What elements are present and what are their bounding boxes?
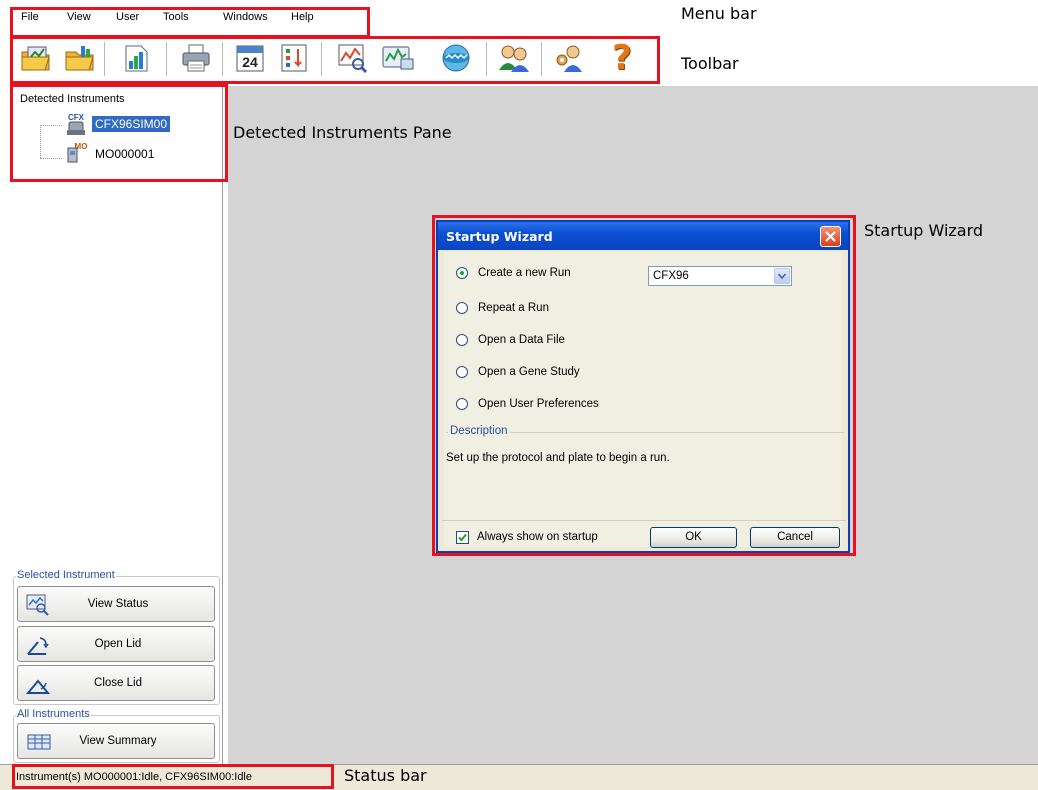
toolbar-sort-button[interactable] [276, 40, 312, 76]
all-instruments-title: All Instruments [16, 708, 91, 720]
radio-open-user-preferences-label: Open User Preferences [478, 398, 599, 410]
view-summary-button[interactable]: View Summary [17, 723, 215, 759]
open-lid-label: Open Lid [94, 638, 142, 650]
radio-repeat-run-label: Repeat a Run [478, 302, 549, 314]
instrument-select[interactable]: CFX96 [648, 266, 792, 286]
menu-help[interactable]: Help [291, 11, 314, 23]
cfx-badge-text: CFX [68, 113, 85, 122]
mo-instrument-icon: MO [62, 140, 90, 166]
radio-open-gene-study[interactable]: Open a Gene Study [456, 364, 580, 380]
always-show-label: Always show on startup [477, 531, 598, 543]
toolbar-disk-button[interactable] [438, 40, 474, 76]
radio-button[interactable] [456, 302, 468, 314]
close-button[interactable] [820, 226, 841, 247]
menu-view[interactable]: View [67, 11, 91, 23]
disk-icon [442, 44, 470, 72]
radio-button[interactable] [456, 398, 468, 410]
close-lid-icon [26, 679, 50, 694]
open-run-icon [21, 46, 50, 71]
toolbar-separator [541, 42, 542, 76]
description-text: Set up the protocol and plate to begin a… [446, 452, 670, 464]
tree-connector [40, 158, 62, 159]
toolbar-separator [222, 42, 223, 76]
dialog-title-bar[interactable]: Startup Wizard [438, 222, 848, 250]
selected-instrument-title: Selected Instrument [16, 569, 116, 581]
sort-icon [281, 44, 307, 72]
radio-open-gene-study-label: Open a Gene Study [478, 366, 580, 378]
select-wells-icon [338, 44, 368, 74]
help-icon: ? [612, 38, 632, 78]
detected-instruments-title: Detected Instruments [20, 93, 125, 105]
instrument-mo000001[interactable]: MO000001 [92, 146, 157, 162]
instrument-select-value: CFX96 [653, 270, 689, 282]
tree-connector [40, 125, 62, 126]
dialog-title: Startup Wizard [446, 229, 553, 244]
toolbar-open-data-file-button[interactable] [62, 40, 98, 76]
tree-connector [40, 125, 41, 158]
close-lid-label: Close Lid [94, 677, 142, 689]
toolbar-select-wells-button[interactable] [334, 40, 370, 76]
toolbar-user-preferences-button[interactable] [550, 40, 586, 76]
menu-file[interactable]: File [21, 11, 39, 23]
calendar-day-text: 24 [242, 54, 258, 70]
annotation-status-bar: Status bar [344, 766, 427, 785]
menu-bar: File View User Tools Windows Help [0, 0, 1038, 32]
open-gene-study-icon [125, 45, 148, 72]
dialog-divider [442, 520, 846, 521]
user-preferences-icon [556, 45, 582, 72]
toolbar-users-button[interactable] [496, 40, 532, 76]
toolbar-separator [321, 42, 322, 76]
open-data-file-icon [65, 46, 94, 71]
checkmark-icon [458, 533, 467, 542]
view-summary-icon [27, 734, 51, 750]
close-icon [825, 231, 836, 242]
toolbar-separator [486, 42, 487, 76]
toolbar-help-button[interactable]: ? [604, 40, 640, 76]
toolbar-calendar-button[interactable]: 24 [232, 40, 268, 76]
annotation-startup-wizard: Startup Wizard [864, 221, 984, 240]
toolbar-instrument-status-button[interactable] [380, 40, 416, 76]
open-lid-icon [27, 637, 49, 655]
instrument-status-icon [382, 46, 414, 70]
radio-open-data-file[interactable]: Open a Data File [456, 332, 565, 348]
radio-create-new-run-label: Create a new Run [478, 267, 571, 279]
menu-windows[interactable]: Windows [223, 11, 268, 23]
radio-button[interactable] [456, 334, 468, 346]
annotation-detected-pane: Detected Instruments Pane [233, 123, 452, 142]
view-status-button[interactable]: View Status [17, 586, 215, 622]
toolbar-print-button[interactable] [178, 40, 214, 76]
view-summary-label: View Summary [79, 735, 157, 747]
print-icon [182, 44, 210, 72]
annotation-menu-bar: Menu bar [681, 4, 757, 23]
annotation-toolbar: Toolbar [681, 54, 739, 73]
radio-button[interactable] [456, 366, 468, 378]
cfx-instrument-icon: CFX [62, 112, 90, 138]
radio-create-new-run[interactable]: Create a new Run [456, 265, 571, 281]
view-status-label: View Status [87, 598, 149, 610]
toolbar-open-run-button[interactable] [18, 40, 54, 76]
radio-repeat-run[interactable]: Repeat a Run [456, 300, 549, 316]
chevron-down-icon[interactable] [774, 268, 790, 284]
calendar-icon: 24 [236, 45, 264, 72]
users-icon [499, 45, 529, 72]
toolbar-separator [166, 42, 167, 76]
always-show-checkbox[interactable] [456, 531, 469, 544]
radio-open-data-file-label: Open a Data File [478, 334, 565, 346]
menu-user[interactable]: User [116, 11, 139, 23]
description-frame [446, 432, 844, 525]
view-status-icon [26, 594, 49, 616]
ok-button[interactable]: OK [650, 527, 737, 548]
menu-tools[interactable]: Tools [163, 11, 189, 23]
toolbar-separator [104, 42, 105, 76]
status-text: Instrument(s) MO000001:Idle, CFX96SIM00:… [16, 771, 252, 783]
close-lid-button[interactable]: Close Lid [17, 665, 215, 701]
instrument-cfx96sim00[interactable]: CFX96SIM00 [92, 116, 171, 132]
radio-button[interactable] [456, 267, 468, 279]
cancel-button[interactable]: Cancel [750, 527, 840, 548]
toolbar-open-gene-study-button[interactable] [118, 40, 154, 76]
open-lid-button[interactable]: Open Lid [17, 626, 215, 662]
radio-open-user-preferences[interactable]: Open User Preferences [456, 396, 599, 412]
description-title: Description [448, 425, 510, 437]
